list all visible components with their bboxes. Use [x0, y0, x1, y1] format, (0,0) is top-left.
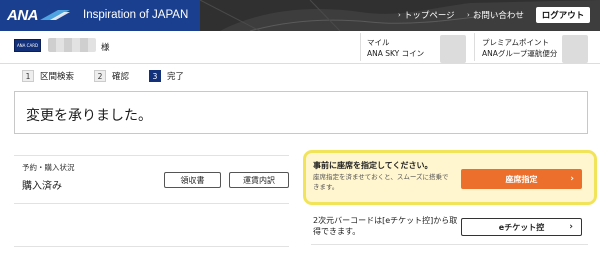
step-1: 1 区間検索	[22, 70, 74, 82]
logo-wave-icon	[40, 10, 70, 20]
step-number: 2	[94, 70, 107, 82]
fare-breakdown-button[interactable]: 運賃内訳	[229, 172, 289, 188]
seat-prompt-description: 座席指定を済ませておくと、スムーズに搭乗できます。	[313, 173, 449, 191]
mile-label: マイル	[367, 38, 390, 47]
eticket-button[interactable]: eチケット控 ›	[461, 218, 582, 236]
completion-message: 変更を承りました。	[26, 108, 152, 124]
divider	[311, 244, 588, 245]
step-number-active: 3	[149, 70, 162, 82]
ana-logo[interactable]: ANA	[7, 6, 70, 24]
nav-contact-label: お問い合わせ	[472, 11, 524, 21]
step-3: 3 完了	[149, 70, 184, 82]
chevron-right-icon: ›	[570, 174, 574, 184]
user-name-redacted	[48, 38, 96, 52]
site-header: ANA Inspiration of JAPAN › トップページ › お問い合…	[0, 0, 600, 31]
logout-button[interactable]: ログアウト	[536, 7, 590, 23]
tagline: Inspiration of JAPAN	[83, 9, 189, 21]
chevron-right-icon: ›	[398, 11, 401, 19]
seat-selection-button[interactable]: 座席指定 ›	[461, 169, 582, 189]
status-label: 予約・購入状況	[22, 163, 75, 172]
coin-label: ANA SKY コイン	[367, 49, 425, 58]
premium-value-redacted	[562, 35, 588, 63]
mile-labels: マイル ANA SKY コイン	[367, 37, 424, 59]
seat-prompt-title: 事前に座席を指定してください。	[313, 161, 433, 170]
premium-labels: プレミアムポイント ANAグループ運航便分	[482, 37, 557, 59]
eticket-button-label: eチケット控	[498, 222, 545, 232]
honorific: 様	[101, 43, 110, 53]
premium-label: プレミアムポイント	[482, 38, 549, 47]
step-2: 2 確認	[94, 70, 129, 82]
divider	[14, 155, 289, 156]
progress-steps: 1 区間検索 2 確認 3 完了	[22, 70, 204, 82]
divider	[14, 246, 289, 247]
logo-text: ANA	[7, 6, 39, 24]
nav-contact[interactable]: › お問い合わせ	[467, 9, 524, 21]
mile-value-redacted	[440, 35, 466, 63]
step-label: 完了	[167, 72, 185, 82]
status-value: 購入済み	[22, 181, 62, 192]
divider	[14, 203, 289, 204]
chevron-right-icon: ›	[467, 11, 470, 19]
ana-card-icon: ANA CARD	[14, 39, 41, 52]
step-label: 区間検索	[40, 72, 75, 82]
receipt-button[interactable]: 領収書	[164, 172, 221, 188]
step-label: 確認	[112, 72, 130, 82]
completion-message-box: 変更を承りました。	[14, 91, 588, 134]
eticket-text: 2次元バーコードは[eチケット控]から取得できます。	[313, 216, 458, 236]
seat-selection-button-label: 座席指定	[505, 174, 538, 184]
divider	[360, 33, 361, 61]
chevron-right-icon: ›	[569, 222, 573, 232]
step-number: 1	[22, 70, 34, 82]
nav-top-page[interactable]: › トップページ	[398, 9, 455, 21]
premium-sub-label: ANAグループ運航便分	[482, 49, 558, 58]
divider	[474, 33, 475, 61]
nav-top-page-label: トップページ	[403, 11, 455, 21]
